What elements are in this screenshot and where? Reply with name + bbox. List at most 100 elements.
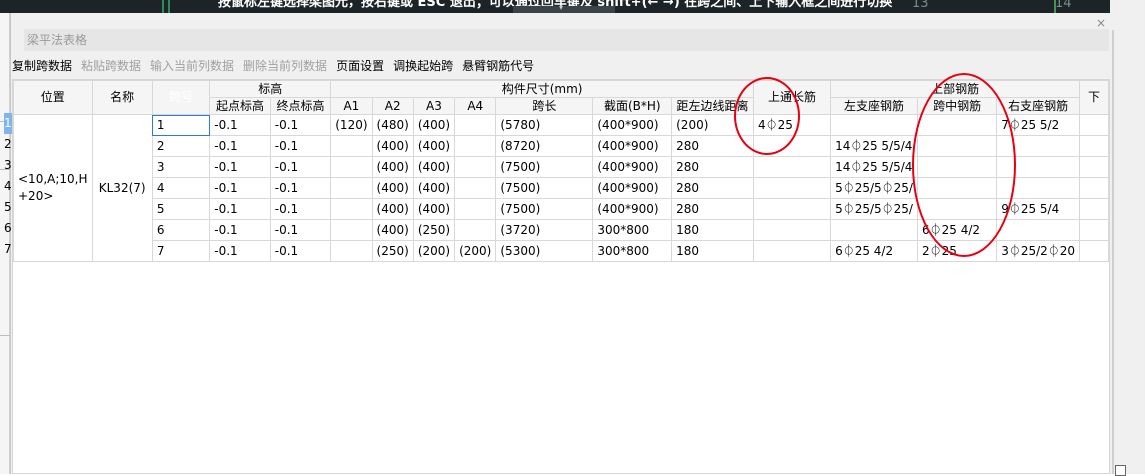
cell-span-length[interactable]: (7500) — [495, 177, 594, 199]
table-row[interactable]: <10,A;10,H +20> KL32(7) 1 -0.1 -0.1 (120… — [13, 114, 1109, 262]
cell-top-through[interactable] — [752, 177, 832, 199]
cell-start-elev[interactable]: -0.1 — [209, 240, 271, 262]
cell-left-support[interactable] — [830, 219, 918, 241]
cell-mid-span[interactable]: 2⏀25 — [916, 240, 998, 262]
cell-section[interactable]: (400*900) — [592, 135, 673, 157]
table-row[interactable]: 4 -0.1 -0.1 (400) (400) (7500) (400*900)… — [14, 177, 1109, 199]
cell-a4[interactable] — [454, 177, 497, 199]
header-elevation[interactable]: 标高 — [209, 80, 332, 98]
header-start-elev[interactable]: 起点标高 — [209, 97, 271, 115]
page-setup-button[interactable]: 页面设置 — [336, 56, 384, 76]
cell-right-support[interactable]: 7⏀25 5/2 — [996, 114, 1081, 136]
cell-span-length[interactable]: (3720) — [495, 219, 594, 241]
cell-top-through[interactable] — [752, 219, 832, 241]
cell-a3[interactable]: (400) — [412, 177, 456, 199]
cell-right-support[interactable] — [996, 177, 1081, 199]
table-row[interactable]: 6 -0.1 -0.1 (400) (250) (3720) 300*800 1… — [14, 219, 1109, 241]
cell-position[interactable]: <10,A;10,H +20> — [13, 114, 93, 262]
cell-left-support[interactable]: 14⏀25 5/5/4 — [830, 135, 918, 157]
header-edge-distance[interactable]: 距左边线距离 — [671, 97, 754, 115]
cell-name[interactable]: KL32(7) — [91, 114, 153, 262]
cell-a2[interactable]: (400) — [371, 156, 414, 178]
cell-top-through[interactable] — [752, 198, 832, 220]
cell-edge-distance[interactable]: 180 — [671, 219, 754, 241]
cell-edge-distance[interactable]: 280 — [671, 177, 754, 199]
cell-start-elev[interactable]: -0.1 — [209, 135, 271, 157]
cell-left-support[interactable]: 6⏀25 4/2 — [830, 240, 918, 262]
cell-a1[interactable] — [330, 156, 373, 178]
header-left-support[interactable]: 左支座钢筋 — [830, 97, 918, 115]
header-right-support[interactable]: 右支座钢筋 — [996, 97, 1081, 115]
cell-start-elev[interactable]: -0.1 — [209, 198, 271, 220]
cell-right-support[interactable]: 9⏀25 5/4 — [996, 198, 1081, 220]
cell-left-support[interactable] — [830, 114, 918, 136]
cell-edge-distance[interactable]: 180 — [671, 240, 754, 262]
copy-span-button[interactable]: 复制跨数据 — [12, 56, 72, 76]
paste-span-button[interactable]: 粘贴跨数据 — [81, 56, 141, 76]
cell-a1[interactable] — [330, 240, 373, 262]
cell-end-elev[interactable]: -0.1 — [269, 219, 332, 241]
cell-left-support[interactable]: 5⏀25/5⏀25/ — [830, 177, 918, 199]
cell-left-support[interactable]: 5⏀25/5⏀25/ — [830, 198, 918, 220]
cell-mid-span[interactable]: 6⏀25 4/2 — [916, 219, 998, 241]
cantilever-code-button[interactable]: 悬臂钢筋代号 — [462, 56, 534, 76]
header-position[interactable]: 位置 — [13, 80, 93, 115]
cell-start-elev[interactable]: -0.1 — [209, 114, 271, 136]
cell-a3[interactable]: (200) — [412, 240, 456, 262]
cell-a3[interactable]: (400) — [412, 156, 456, 178]
cell-a4[interactable]: (200) — [454, 240, 497, 262]
header-a2[interactable]: A2 — [371, 97, 414, 115]
cell-top-through[interactable] — [752, 135, 832, 157]
cell-end-elev[interactable]: -0.1 — [269, 156, 332, 178]
cell-end-elev[interactable]: -0.1 — [269, 240, 332, 262]
cell-a1[interactable] — [330, 198, 373, 220]
cell-a4[interactable] — [454, 114, 497, 136]
cell-top-through[interactable]: 4⏀25 — [752, 114, 832, 136]
cell-a1[interactable] — [330, 219, 373, 241]
cell-end-elev[interactable]: -0.1 — [269, 135, 332, 157]
cell-a1[interactable]: (120) — [330, 114, 373, 136]
cell-end-elev[interactable]: -0.1 — [269, 177, 332, 199]
input-column-button[interactable]: 输入当前列数据 — [150, 56, 234, 76]
cell-start-elev[interactable]: -0.1 — [209, 156, 271, 178]
cell-span[interactable]: 4 — [151, 177, 211, 199]
header-a3[interactable]: A3 — [412, 97, 456, 115]
cell-bottom[interactable] — [1079, 177, 1109, 199]
cell-bottom[interactable] — [1079, 114, 1109, 136]
cell-section[interactable]: 300*800 — [592, 219, 673, 241]
cell-section[interactable]: (400*900) — [592, 156, 673, 178]
cell-mid-span[interactable] — [916, 198, 998, 220]
cell-right-support[interactable]: 3⏀25/2⏀20 — [996, 240, 1081, 262]
table-row[interactable]: 7 -0.1 -0.1 (250) (200) (200) (5300) 300… — [14, 240, 1109, 262]
cell-span[interactable]: 6 — [151, 219, 211, 241]
cell-section[interactable]: (400*900) — [592, 114, 673, 136]
cell-a3[interactable]: (400) — [412, 198, 456, 220]
cell-span-length[interactable]: (5300) — [495, 240, 594, 262]
header-end-elev[interactable]: 终点标高 — [269, 97, 332, 115]
cell-a1[interactable] — [330, 135, 373, 157]
header-mid-span[interactable]: 跨中钢筋 — [916, 97, 998, 115]
cell-a2[interactable]: (400) — [371, 135, 414, 157]
table-row[interactable]: 5 -0.1 -0.1 (400) (400) (7500) (400*900)… — [14, 198, 1109, 220]
table-row[interactable]: 2 -0.1 -0.1 (400) (400) (8720) (400*900)… — [14, 135, 1109, 157]
cell-left-support[interactable]: 14⏀25 5/5/4 — [830, 156, 918, 178]
scrollbar[interactable] — [1112, 30, 1114, 474]
header-top-rebar[interactable]: 上部钢筋 — [830, 80, 1081, 98]
cell-bottom[interactable] — [1079, 198, 1109, 220]
cell-mid-span[interactable] — [916, 177, 998, 199]
cell-start-elev[interactable]: -0.1 — [209, 219, 271, 241]
cell-bottom[interactable] — [1079, 240, 1109, 262]
table-row[interactable]: 3 -0.1 -0.1 (400) (400) (7500) (400*900)… — [14, 156, 1109, 178]
cell-end-elev[interactable]: -0.1 — [269, 114, 332, 136]
cell-a2[interactable]: (400) — [371, 219, 414, 241]
close-icon[interactable]: × — [1096, 17, 1106, 29]
cell-section[interactable]: (400*900) — [592, 198, 673, 220]
cell-a4[interactable] — [454, 219, 497, 241]
cell-edge-distance[interactable]: 280 — [671, 135, 754, 157]
header-dimensions[interactable]: 构件尺寸(mm) — [330, 80, 754, 98]
cell-right-support[interactable] — [996, 156, 1081, 178]
cell-a4[interactable] — [454, 135, 497, 157]
cell-right-support[interactable] — [996, 219, 1081, 241]
cell-a4[interactable] — [454, 156, 497, 178]
collapse-handle[interactable] — [513, 3, 615, 13]
